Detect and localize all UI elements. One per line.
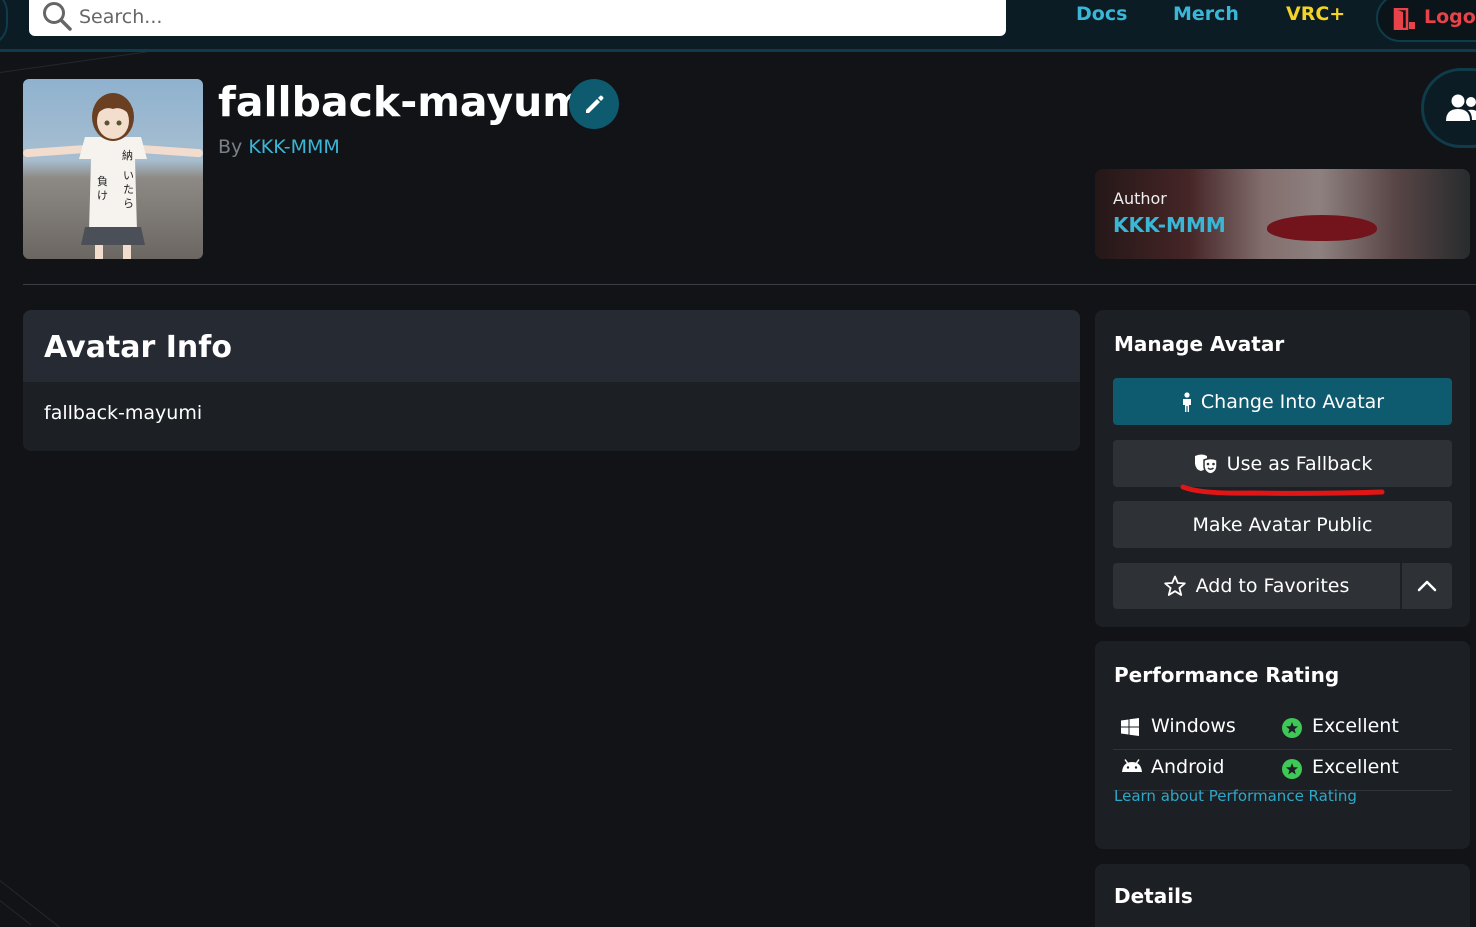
top-navbar: Docs Merch VRC+ Logou	[0, 0, 1476, 52]
by-prefix: By	[218, 136, 243, 158]
learn-performance-link[interactable]: Learn about Performance Rating	[1114, 787, 1357, 805]
change-into-avatar-button[interactable]: Change Into Avatar	[1113, 378, 1452, 425]
avatar-description: fallback-mayumi	[44, 402, 203, 424]
door-exit-icon	[1393, 8, 1415, 30]
add-to-favorites-button[interactable]: Add to Favorites	[1113, 563, 1400, 609]
person-icon	[1182, 391, 1191, 412]
manage-avatar-heading: Manage Avatar	[1114, 332, 1285, 356]
author-card-name[interactable]: KKK-MMM	[1113, 213, 1226, 237]
manage-avatar-panel: Manage Avatar Change Into Avatar Use as …	[1095, 310, 1470, 627]
nav-link-vrcplus[interactable]: VRC+	[1286, 3, 1345, 25]
svg-text:ら: ら	[123, 197, 134, 210]
excellent-rating-icon	[1282, 759, 1302, 779]
svg-text:納: 納	[122, 149, 133, 162]
author-card[interactable]: Author KKK-MMM	[1095, 169, 1470, 259]
nav-menu-toggle[interactable]	[0, 0, 8, 46]
header-divider	[23, 284, 1476, 285]
author-card-label: Author	[1113, 189, 1167, 208]
use-as-fallback-label: Use as Fallback	[1226, 452, 1373, 475]
rating-label: Excellent	[1312, 715, 1399, 737]
search-icon[interactable]	[41, 0, 73, 32]
avatar-info-card: Avatar Info fallback-mayumi	[23, 310, 1080, 451]
users-icon	[1446, 94, 1476, 121]
rating-label: Excellent	[1312, 756, 1399, 778]
friends-button[interactable]	[1421, 68, 1476, 148]
search-input[interactable]	[79, 2, 979, 32]
logout-button[interactable]: Logou	[1376, 0, 1476, 42]
svg-text:た: た	[123, 183, 134, 196]
star-icon	[1163, 575, 1186, 596]
logout-label: Logou	[1424, 6, 1476, 28]
search-bar	[29, 0, 1006, 36]
platform-label: Android	[1151, 756, 1225, 778]
details-panel: Details	[1095, 864, 1470, 927]
favorites-dropdown-toggle[interactable]	[1402, 563, 1452, 609]
svg-text:け: け	[97, 189, 108, 202]
svg-text:い: い	[123, 169, 134, 182]
windows-icon	[1121, 718, 1139, 736]
svg-text:負: 負	[97, 175, 108, 188]
nav-link-merch[interactable]: Merch	[1173, 3, 1239, 25]
theater-masks-icon	[1194, 454, 1218, 475]
use-as-fallback-button[interactable]: Use as Fallback	[1113, 440, 1452, 487]
make-avatar-public-button[interactable]: Make Avatar Public	[1113, 501, 1452, 548]
bg-decor-line	[0, 900, 32, 926]
platform-label: Windows	[1151, 715, 1236, 737]
details-heading: Details	[1114, 884, 1193, 908]
pencil-icon	[586, 95, 604, 113]
page-title: fallback-mayumi	[218, 78, 600, 126]
author-link[interactable]: KKK-MMM	[248, 136, 339, 158]
red-underline-annotation	[1180, 484, 1385, 496]
android-icon	[1122, 759, 1142, 772]
excellent-rating-icon	[1282, 718, 1302, 738]
performance-rating-heading: Performance Rating	[1114, 663, 1340, 687]
make-avatar-public-label: Make Avatar Public	[1192, 513, 1373, 536]
avatar-thumbnail: 納 い た ら 負 け	[23, 79, 203, 259]
edit-avatar-button[interactable]	[569, 79, 619, 129]
avatar-figure-image: 納 い た ら 負 け	[23, 93, 203, 259]
author-byline: By KKK-MMM	[218, 136, 340, 158]
avatar-info-heading: Avatar Info	[23, 310, 1080, 382]
favorites-button-group: Add to Favorites	[1113, 563, 1452, 609]
performance-row-android: Android Excellent	[1113, 750, 1452, 791]
performance-rating-panel: Performance Rating Windows Excellent And…	[1095, 641, 1470, 849]
chevron-up-icon	[1417, 580, 1437, 592]
add-to-favorites-label: Add to Favorites	[1195, 575, 1350, 597]
nav-link-docs[interactable]: Docs	[1076, 3, 1127, 25]
bg-decor-line	[0, 880, 71, 927]
performance-row-windows: Windows Excellent	[1113, 709, 1452, 750]
change-into-avatar-label: Change Into Avatar	[1200, 390, 1385, 413]
